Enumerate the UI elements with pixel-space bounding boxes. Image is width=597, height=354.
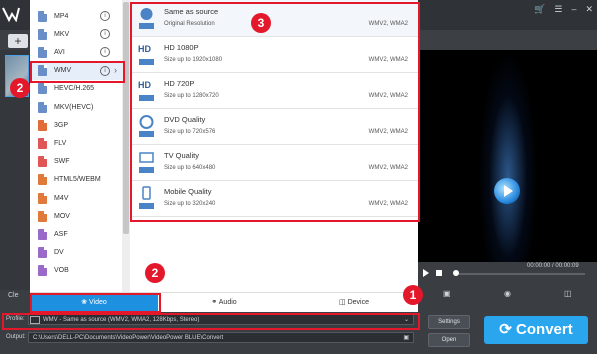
tab-device[interactable]: ◫ Device (290, 293, 418, 313)
convert-button[interactable]: ⟳ Convert (484, 316, 588, 344)
tab-audio[interactable]: ⚭ Audio (160, 293, 288, 313)
annotation-box-wmv (30, 61, 125, 83)
format-item-label: HEVC/H.265 (54, 85, 95, 93)
crop-icon[interactable]: ▣ (443, 289, 451, 298)
window-controls: 🛒 ☰ – ✕ (534, 4, 593, 15)
file-format-icon (38, 46, 47, 58)
annotation-box-video-tab (30, 293, 161, 313)
annotation-badge-2b: 2 (145, 263, 165, 283)
folder-icon[interactable]: ◫ (564, 289, 572, 298)
video-preview (418, 50, 597, 262)
format-item[interactable]: FLV (30, 134, 122, 152)
format-item-label: AVI (54, 48, 65, 56)
tab-device-label: Device (347, 299, 369, 306)
file-format-icon (38, 28, 47, 40)
playback-progress-handle[interactable] (453, 270, 459, 276)
cart-icon[interactable]: 🛒 (534, 4, 545, 15)
format-list: MP4 i MKV i AVI i WMV i › HEVC/H.265 MKV(HEVC) 3GP F… (30, 0, 123, 292)
file-format-icon (38, 137, 47, 149)
device-icon: ◫ (339, 299, 346, 306)
file-format-icon (38, 265, 47, 277)
headphones-icon: ⚭ (211, 299, 218, 306)
refresh-icon: ⟳ (499, 321, 512, 338)
format-item[interactable]: AVI i (30, 43, 122, 61)
minimize-icon[interactable]: – (571, 4, 576, 15)
annotation-box-profile (2, 313, 420, 330)
menu-icon[interactable]: ☰ (554, 4, 562, 15)
file-format-icon (38, 247, 47, 259)
format-item-label: 3GP (54, 121, 69, 129)
stop-button[interactable] (436, 270, 442, 276)
format-item-label: HTML5/WEBM (54, 176, 101, 184)
format-item[interactable]: DV (30, 244, 122, 262)
file-format-icon (38, 210, 47, 222)
format-item-label: VOB (54, 267, 69, 275)
file-format-icon (38, 192, 47, 204)
info-icon[interactable]: i (100, 47, 110, 58)
annotation-badge-1: 1 (403, 285, 423, 305)
camera-icon[interactable]: ◉ (504, 289, 511, 298)
preview-play-icon (504, 185, 513, 197)
info-icon[interactable]: i (100, 29, 110, 40)
format-item-label: DV (54, 249, 64, 257)
add-file-button[interactable]: + (8, 34, 28, 48)
annotation-badge-3: 3 (251, 13, 271, 33)
format-item[interactable]: MKV(HEVC) (30, 98, 122, 116)
file-format-icon (38, 101, 47, 113)
format-item-label: MP4 (54, 12, 69, 20)
format-item[interactable]: 3GP (30, 116, 122, 134)
format-list-scroll-thumb[interactable] (123, 2, 129, 234)
settings-button[interactable]: Settings (428, 315, 470, 329)
annotation-badge-2a: 2 (10, 78, 30, 98)
file-format-icon (38, 156, 47, 168)
format-item[interactable]: MOV (30, 207, 122, 225)
format-item-label: ASF (54, 230, 68, 238)
browse-folder-icon[interactable]: ▣ (403, 333, 409, 344)
output-label: Output: (6, 334, 26, 340)
playback-time: 00:00:00 / 00:00:09 (527, 263, 579, 269)
convert-label: Convert (516, 321, 573, 338)
clear-label[interactable]: Cle (8, 292, 19, 299)
format-item[interactable]: VOB (30, 262, 122, 280)
annotation-box-quality (130, 2, 420, 222)
output-path-value: C:\Users\DELL-PC\Documents\VideoPower\Vi… (33, 335, 224, 341)
format-item-label: M4V (54, 194, 69, 202)
format-item-label: MOV (54, 212, 70, 220)
format-item-label: FLV (54, 139, 67, 147)
format-item[interactable]: SWF (30, 153, 122, 171)
open-button[interactable]: Open (428, 333, 470, 347)
format-item[interactable]: MKV i (30, 25, 122, 43)
file-format-icon (38, 119, 47, 131)
file-format-icon (38, 10, 47, 22)
output-path-field[interactable]: C:\Users\DELL-PC\Documents\VideoPower\Vi… (28, 332, 414, 343)
format-item[interactable]: ASF (30, 225, 122, 243)
preview-tools-bar: ▣ ◉ ◫ (418, 286, 597, 302)
format-item-label: SWF (54, 158, 70, 166)
playback-progress-track[interactable] (455, 273, 585, 275)
format-item-label: MKV(HEVC) (54, 103, 94, 111)
format-item[interactable]: HTML5/WEBM (30, 171, 122, 189)
preview-light-beam (478, 50, 538, 262)
file-format-icon (38, 228, 47, 240)
file-format-icon (38, 174, 47, 186)
format-item[interactable]: MP4 i (30, 7, 122, 25)
play-button[interactable] (423, 269, 429, 277)
info-icon[interactable]: i (100, 11, 110, 21)
tab-audio-label: Audio (218, 299, 237, 306)
format-item[interactable]: M4V (30, 189, 122, 207)
close-icon[interactable]: ✕ (585, 4, 593, 15)
format-item-label: MKV (54, 30, 70, 38)
app-logo-icon (2, 6, 20, 23)
file-format-icon (38, 83, 47, 95)
